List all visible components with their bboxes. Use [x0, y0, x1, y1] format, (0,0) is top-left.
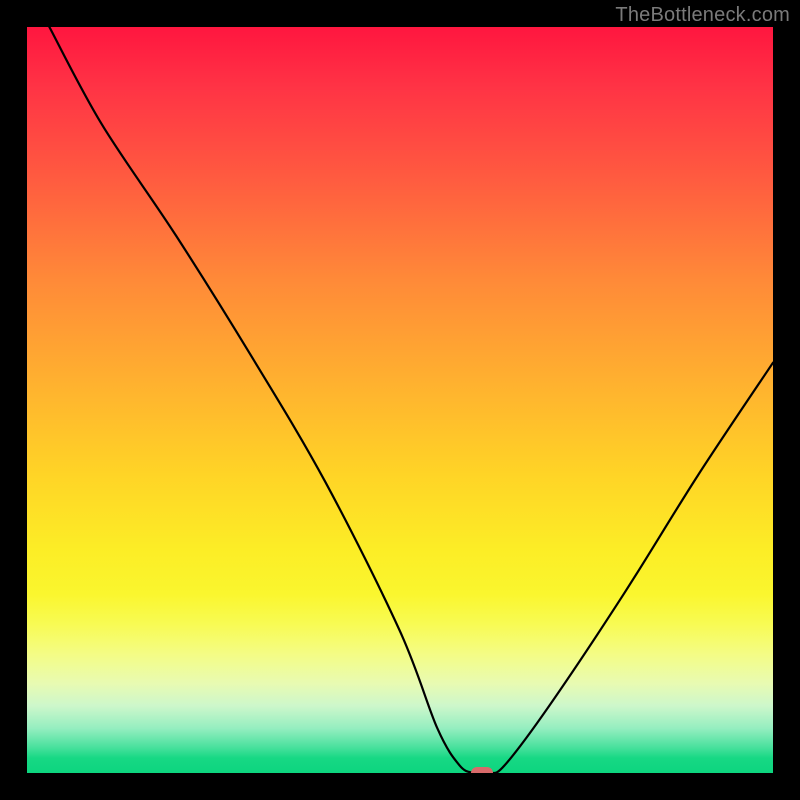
bottleneck-curve — [27, 27, 773, 773]
chart-frame: TheBottleneck.com — [0, 0, 800, 800]
plot-area — [27, 27, 773, 773]
optimal-marker — [471, 767, 493, 773]
watermark-text: TheBottleneck.com — [615, 4, 790, 27]
